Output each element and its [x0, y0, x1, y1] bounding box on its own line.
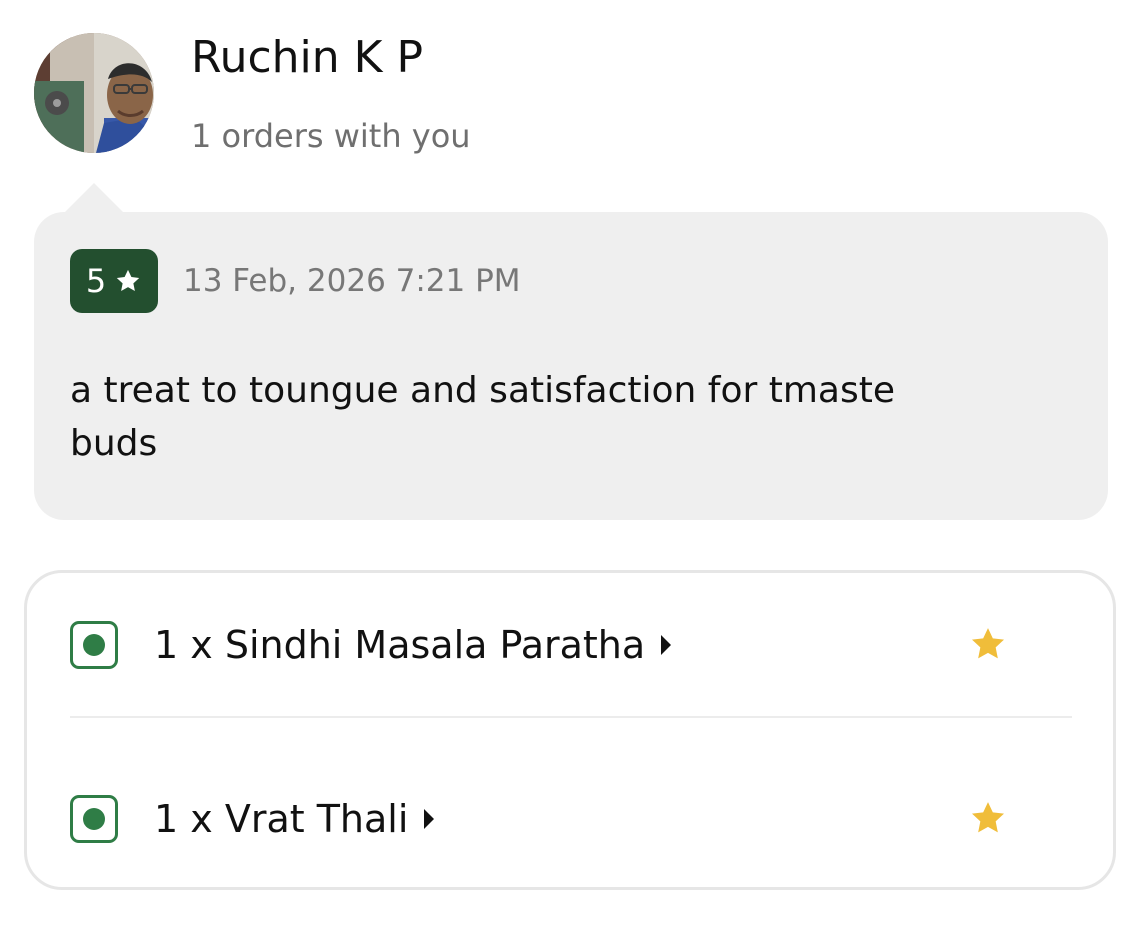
veg-dot	[83, 634, 105, 656]
order-item[interactable]: 1 x Vrat Thali	[70, 789, 1038, 849]
item-rating-star-icon	[968, 624, 1008, 664]
caret-right-icon	[661, 635, 672, 655]
review-date: 13 Feb, 2026 7:21 PM	[183, 263, 521, 299]
item-name: 1 x Sindhi Masala Paratha	[154, 623, 646, 667]
rating-value: 5	[85, 262, 107, 300]
item-label-container[interactable]: 1 x Sindhi Masala Paratha	[154, 615, 673, 675]
star-icon	[972, 802, 1004, 833]
star-icon	[972, 628, 1004, 659]
rating-badge: 5	[70, 249, 158, 313]
review-text: a treat to toungue and satisfaction for …	[70, 370, 896, 464]
bubble-pointer	[64, 183, 124, 213]
veg-icon	[70, 795, 118, 843]
veg-dot	[83, 808, 105, 830]
item-name: 1 x Vrat Thali	[154, 797, 409, 841]
reviewer-name: Ruchin K P	[191, 32, 424, 83]
order-item[interactable]: 1 x Sindhi Masala Paratha	[70, 615, 1038, 675]
avatar[interactable]	[34, 33, 154, 153]
item-divider	[70, 716, 1072, 718]
star-icon	[116, 269, 140, 292]
item-rating-star-icon	[968, 798, 1008, 838]
item-label-container[interactable]: 1 x Vrat Thali	[154, 789, 436, 849]
caret-right-icon	[424, 809, 435, 829]
order-count: 1 orders with you	[191, 117, 471, 155]
veg-icon	[70, 621, 118, 669]
user-photo-icon	[34, 33, 154, 153]
